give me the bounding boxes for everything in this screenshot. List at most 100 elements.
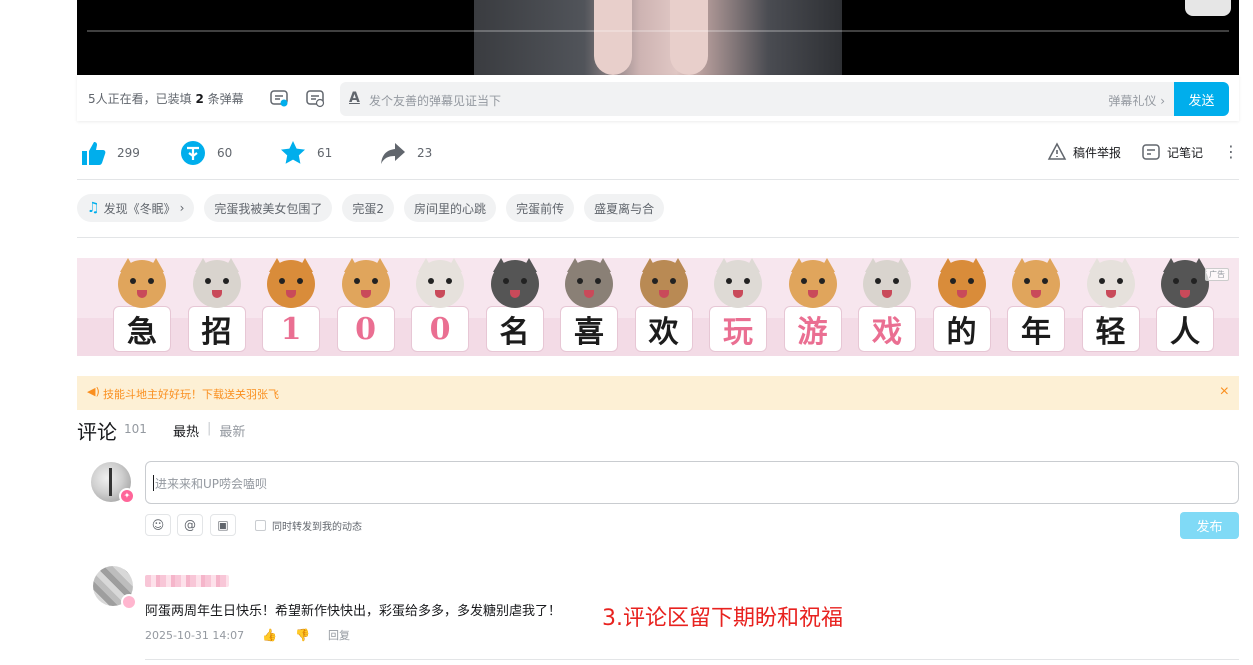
banner-char: 的 — [946, 315, 977, 350]
cat-ear-icon — [790, 258, 807, 272]
music-tag[interactable]: ♫ 发现《冬眠》 › — [77, 194, 195, 222]
notes-button[interactable]: 记笔记 — [1141, 142, 1203, 162]
cat-mouth-icon — [882, 290, 892, 298]
at-mention-icon[interactable]: @ — [177, 514, 203, 536]
banner-card: 0 — [403, 258, 478, 356]
cat-eye-icon — [222, 278, 229, 284]
cat-face-icon — [192, 258, 241, 308]
publish-button[interactable]: 发布 — [1180, 512, 1239, 539]
checkbox-icon[interactable] — [255, 520, 266, 531]
share-button[interactable]: 23 — [379, 138, 432, 168]
cat-eye-icon — [744, 278, 750, 284]
play-icon[interactable] — [1185, 0, 1231, 16]
coin-button[interactable]: 60 — [179, 138, 232, 168]
report-label: 稿件举报 — [1073, 145, 1122, 160]
danmaku-input[interactable]: A 发个友善的弹幕见证当下 弹幕礼仪 › — [340, 82, 1174, 116]
cat-ear-icon — [744, 258, 760, 272]
cat-ear-icon — [1163, 258, 1179, 272]
danmaku-bar: 5人正在看，已装填 2 条弹幕 A 发个友善的弹幕见证当下 弹幕礼仪 › 发送 — [77, 75, 1239, 121]
cat-ear-icon — [269, 258, 285, 272]
comment-content: 阿蛋两周年生日快乐！希望新作快快出，彩蛋给多多，多发糖别虐我了！ — [145, 604, 562, 619]
emoji-icon[interactable]: ☺ — [145, 514, 171, 536]
avatar[interactable]: ✦ — [91, 462, 135, 504]
cat-eye-icon — [1173, 278, 1179, 284]
viewer-count-prefix: 5人正在看，已装填 — [88, 92, 196, 106]
video-progress-track[interactable] — [87, 30, 1229, 32]
ad-banner[interactable]: 急 招 1 0 0 名 喜 欢 玩 游 戏 的 年 轻 人 广告 — [77, 258, 1239, 356]
cat-ear-icon — [1014, 258, 1030, 272]
cat-ear-icon — [865, 258, 881, 272]
tag-item[interactable]: 盛夏离与合 — [584, 194, 665, 222]
danmaku-font-icon[interactable]: A — [349, 90, 360, 106]
commenter-username[interactable] — [145, 575, 229, 587]
cat-ear-icon — [1042, 258, 1058, 272]
cat-eye-icon — [967, 278, 974, 284]
cat-eye-icon — [297, 278, 303, 284]
cat-face-icon — [639, 258, 688, 308]
viewer-count: 5人正在看，已装填 2 条弹幕 — [88, 90, 244, 107]
banner-card: 1 — [254, 258, 329, 356]
cat-face-icon — [118, 258, 166, 308]
banner-char: 年 — [1021, 315, 1051, 350]
reply-button[interactable]: 回复 — [328, 627, 350, 643]
cat-face-icon — [267, 258, 315, 308]
more-options-icon[interactable]: ⋮ — [1223, 142, 1239, 161]
cat-eye-icon — [279, 278, 285, 284]
notice-text[interactable]: 技能斗地主好好玩！下载送关羽张飞 — [103, 386, 279, 402]
cat-eye-icon — [726, 278, 732, 284]
image-upload-icon[interactable]: ▣ — [210, 514, 236, 536]
comment-input[interactable]: 进来来和UP唠会嗑呗 — [145, 461, 1239, 504]
banner-card: 欢 — [627, 258, 702, 356]
coin-icon — [181, 141, 205, 165]
danmaku-settings-icon[interactable] — [305, 88, 325, 108]
banner-card: 年 — [999, 258, 1074, 356]
banner-char: 名 — [499, 315, 530, 350]
danmaku-toggle-icon[interactable] — [269, 88, 289, 108]
avatar-badge-icon — [121, 594, 137, 610]
like-icon[interactable]: 👍 — [262, 628, 277, 642]
danmaku-count: 2 — [195, 92, 204, 106]
video-player[interactable] — [77, 0, 1239, 75]
danmaku-etiquette-link[interactable]: 弹幕礼仪 › — [1108, 92, 1165, 109]
notice-bar[interactable]: ◀) 技能斗地主好好玩！下载送关羽张飞 × — [77, 376, 1239, 410]
banner-char: 1 — [280, 311, 302, 347]
dislike-icon[interactable]: 👎 — [295, 628, 310, 642]
cat-mouth-icon — [360, 290, 371, 298]
comment-divider — [145, 659, 1239, 660]
thumbs-up-icon — [82, 142, 106, 165]
banner-card: 急 — [105, 258, 180, 356]
like-button[interactable]: 299 — [79, 138, 140, 168]
cat-face-icon — [1086, 258, 1135, 308]
tag-item[interactable]: 完蛋2 — [342, 194, 395, 222]
star-icon — [281, 141, 305, 164]
favorite-button[interactable]: 61 — [279, 138, 332, 168]
cat-face-icon — [714, 258, 762, 308]
cat-eye-icon — [371, 278, 378, 284]
tag-item[interactable]: 房间里的心跳 — [404, 194, 497, 222]
sort-hot-tab[interactable]: 最热 — [173, 421, 199, 440]
tag-item[interactable]: 完蛋我被美女包围了 — [204, 194, 333, 222]
viewer-count-suffix: 条弹幕 — [203, 92, 244, 106]
close-icon[interactable]: × — [1220, 383, 1229, 401]
cat-face-icon — [1161, 258, 1209, 308]
banner-char: 玩 — [723, 315, 753, 350]
banner-card: 戏 — [850, 258, 925, 356]
banner-card: 喜 — [552, 258, 627, 356]
cat-ear-icon — [418, 258, 434, 272]
cat-eye-icon — [800, 278, 807, 284]
repost-checkbox[interactable]: 同时转发到我的动态 — [255, 518, 362, 533]
cat-eye-icon — [148, 278, 154, 284]
banner-char: 人 — [1170, 315, 1200, 350]
cat-mouth-icon — [956, 290, 967, 298]
cat-mouth-icon — [137, 290, 147, 298]
tag-list: ♫ 发现《冬眠》 › 完蛋我被美女包围了 完蛋2 房间里的心跳 完蛋前传 盛夏离与合 — [77, 194, 1239, 238]
overlay-annotation: 3.评论区留下期盼和祝福 — [602, 606, 843, 631]
banner-char: 0 — [355, 311, 376, 347]
cat-ear-icon — [343, 258, 360, 272]
favorite-count: 61 — [317, 146, 333, 160]
sort-new-tab[interactable]: 最新 — [219, 421, 245, 440]
tag-item[interactable]: 完蛋前传 — [506, 194, 575, 222]
report-button[interactable]: 稿件举报 — [1047, 142, 1121, 162]
cat-eye-icon — [353, 278, 360, 284]
danmaku-send-button[interactable]: 发送 — [1174, 82, 1229, 116]
